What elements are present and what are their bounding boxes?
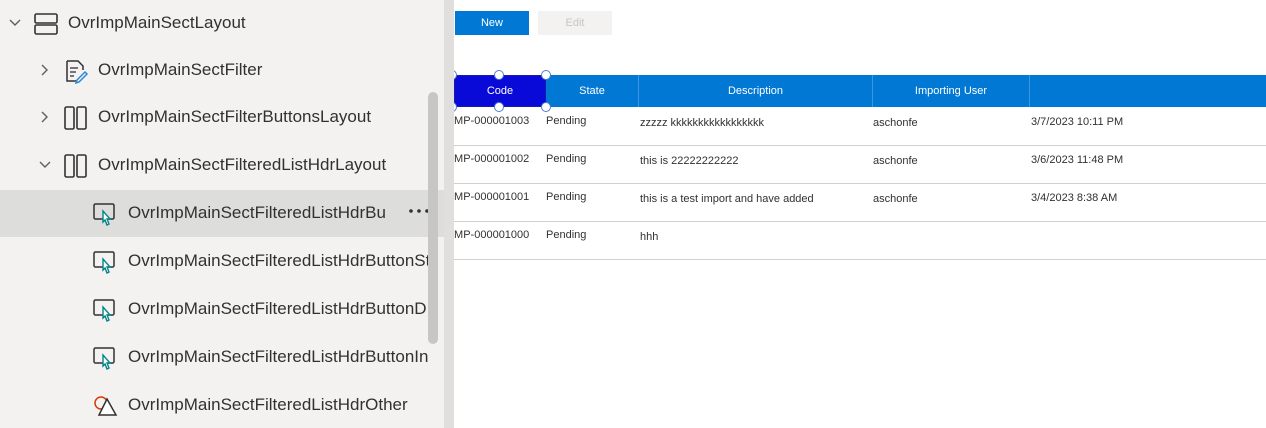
cell-state: Pending [546,229,587,241]
resize-handle-top-right[interactable] [541,70,551,80]
panel-divider[interactable] [444,0,454,428]
button-control-icon [93,203,115,226]
table-row[interactable]: IMP-000001003 Pending zzzzz kkkkkkkkkkkk… [454,107,1266,146]
cell-description: hhh [640,231,659,243]
tree-node-label: OvrImpMainSectFilterButtonsLayout [98,107,372,126]
cell-state: Pending [546,115,587,127]
chevron-right-icon[interactable] [38,63,52,77]
cell-date: 3/7/2023 10:11 PM [1031,116,1124,128]
tree-node-label: OvrImpMainSectFilteredListHdrOther [128,395,408,414]
tree-node-filtered-list-hdr-layout[interactable]: OvrImpMainSectFilteredListHdrLayout [0,142,444,189]
tree-node-label: OvrImpMainSectFilteredListHdrBu [128,203,386,222]
chevron-right-icon[interactable] [38,110,52,124]
tree-node-filtered-list-hdr-button-selected[interactable]: OvrImpMainSectFilteredListHdrBu [0,190,444,237]
cell-state: Pending [546,153,587,165]
cell-user: aschonfe [873,155,918,167]
tree-node-label: OvrImpMainSectFilteredListHdrLayout [98,155,387,174]
tree-node-label: OvrImpMainSectFilteredListHdrButtonD [128,299,427,318]
chevron-down-icon[interactable] [8,16,22,30]
button-control-icon [93,251,115,274]
tree-node-label: OvrImpMainSectFilteredListHdrButtonIn [128,347,429,366]
button-control-icon [93,299,115,322]
resize-handle-top[interactable] [494,70,504,80]
form-edit-icon [66,60,89,84]
cell-state: Pending [546,191,587,203]
horizontal-layout-icon [64,106,87,130]
grid-header: Code State Description Importing User [454,75,1266,107]
resize-handle-bottom[interactable] [494,102,504,112]
column-header-state[interactable]: State [546,75,639,107]
shapes-icon [94,396,118,416]
tree-scrollbar[interactable] [428,92,438,344]
tree-node-filtered-list-hdr-button-d[interactable]: OvrImpMainSectFilteredListHdrButtonD [0,286,444,333]
cell-code: IMP-000001001 [454,191,530,203]
table-row[interactable]: IMP-000001001 Pending this is a test imp… [454,183,1266,222]
cell-description: this is a test import and have added [640,193,814,205]
button-control-icon [93,347,115,370]
table-row[interactable]: IMP-000001002 Pending this is 2222222222… [454,145,1266,184]
tree-node-filtered-list-hdr-button-in[interactable]: OvrImpMainSectFilteredListHdrButtonIn [0,334,444,381]
tree-node-label: OvrImpMainSectLayout [68,13,246,32]
resize-handle-bottom-right[interactable] [541,102,551,112]
cell-description: zzzzz kkkkkkkkkkkkkkkkk [640,117,765,129]
column-header-description[interactable]: Description [639,75,873,107]
cell-date: 3/4/2023 8:38 AM [1031,192,1118,204]
tree-node-label: OvrImpMainSectFilter [98,60,263,79]
vertical-layout-icon [34,13,58,35]
tree-node-filtered-list-hdr-other[interactable]: OvrImpMainSectFilteredListHdrOther [0,382,444,428]
chevron-down-icon[interactable] [38,158,52,172]
cell-code: IMP-000001000 [454,229,530,241]
cell-user: aschonfe [873,193,918,205]
tree-node-label: OvrImpMainSectFilteredListHdrButtonSt [128,251,431,270]
cell-user: aschonfe [873,117,918,129]
horizontal-layout-icon [64,154,87,178]
table-row[interactable]: IMP-000001000 Pending hhh [454,221,1266,260]
tree-node-main-sect-filter[interactable]: OvrImpMainSectFilter [0,47,444,94]
tree-node-filtered-list-hdr-button-st[interactable]: OvrImpMainSectFilteredListHdrButtonSt [0,238,444,285]
tree-node-filter-buttons-layout[interactable]: OvrImpMainSectFilterButtonsLayout [0,94,444,141]
new-button[interactable]: New [455,11,529,35]
cell-code: IMP-000001003 [454,115,530,127]
tree-node-main-sect-layout[interactable]: OvrImpMainSectLayout [0,0,444,47]
column-header-importing-user[interactable]: Importing User [873,75,1030,107]
cell-date: 3/6/2023 11:48 PM [1031,154,1124,166]
app-canvas: New Edit Code State Description Importin… [454,0,1266,428]
edit-button[interactable]: Edit [538,11,612,35]
tree-view-panel: OvrImpMainSectLayout OvrImpMainSectFilte… [0,0,444,428]
column-header-date[interactable] [1030,75,1266,107]
cell-code: IMP-000001002 [454,153,530,165]
cell-description: this is 22222222222 [640,155,739,167]
